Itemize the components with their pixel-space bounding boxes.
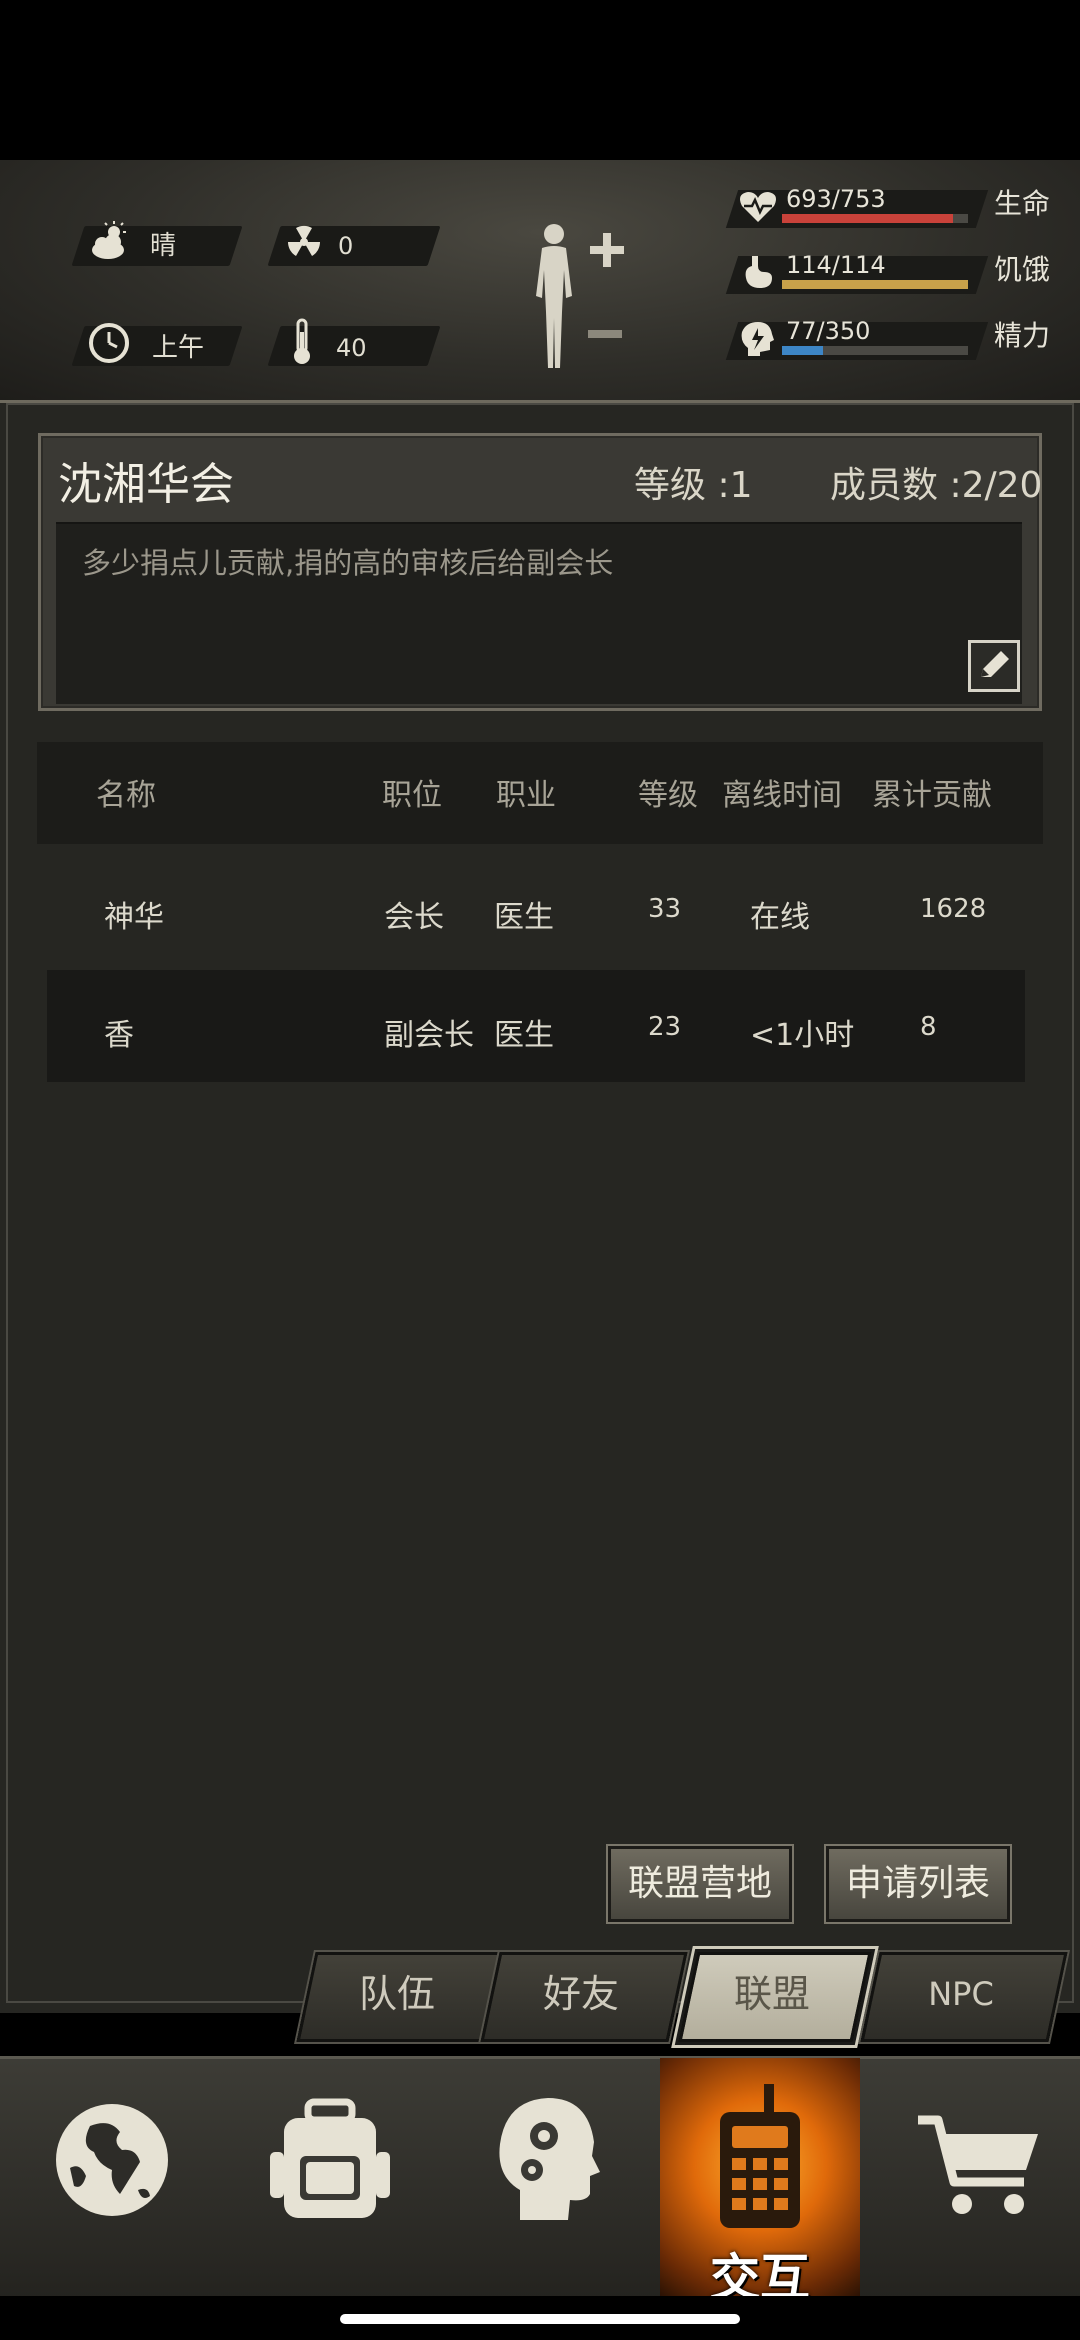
member-position: 副会长 [384,1018,474,1053]
member-contribution: 8 [920,1012,937,1042]
member-level: 33 [648,894,682,924]
pencil-icon [981,651,1009,677]
tab-npc-label: NPC [928,1975,994,2013]
tab-friends-label: 好友 [542,1972,619,2016]
weather-text: 晴 [150,231,177,261]
stat-value: 693/753 [786,185,886,213]
header-position: 职位 [382,778,442,813]
header-offline-time: 离线时间 [722,778,842,813]
skills-head-icon [499,2098,600,2220]
member-name: 神华 [104,900,164,935]
member-position: 会长 [384,900,444,935]
clock-icon [89,323,129,363]
header-level: 等级 [638,778,698,813]
member-offline-time: <1小时 [750,1018,855,1053]
heart-pulse-icon [740,192,776,222]
nav-world-button[interactable] [20,2060,200,2296]
guild-name: 沈湘华会 [58,459,234,510]
member-profession: 医生 [494,1018,554,1053]
member-offline-time: 在线 [750,900,810,935]
nav-skills-button[interactable] [460,2060,640,2296]
apply-list-button[interactable]: 申请列表 [826,1846,1010,1922]
nav-shop-button[interactable] [880,2060,1080,2296]
stat-track [782,214,968,223]
stat-track [782,346,968,355]
cart-icon [918,2115,1038,2214]
radiation-icon [287,225,321,256]
member-profession: 医生 [494,900,554,935]
walkie-talkie-icon [720,2084,800,2228]
cloudy-sun-icon [92,221,126,259]
header-name: 名称 [96,778,156,813]
stat-fill [782,214,954,223]
body-status-button[interactable] [520,222,630,372]
stat-track [782,280,968,289]
radiation-value: 0 [338,232,354,260]
tab-team-label: 队伍 [358,1972,435,2016]
guild-notice-text: 多少捐点儿贡献,捐的高的审核后给副会长 [82,546,614,580]
stomach-icon [745,256,772,288]
home-indicator[interactable] [340,2314,740,2324]
alliance-camp-button[interactable]: 联盟营地 [608,1846,792,1922]
guild-member-count: 成员数 :2/20 [830,465,1043,506]
stat-value: 77/350 [786,317,871,345]
member-name: 香 [104,1018,134,1053]
energy-head-icon [741,322,774,356]
stat-label: 精力 [994,319,1051,352]
stat-fill [782,346,823,355]
member-contribution: 1628 [920,894,987,924]
member-level: 23 [648,1012,682,1042]
status-header: 晴 0 上午 40 693/753 生命 114/114 饥饿 77/350 精力 [0,160,1080,403]
nav-inventory-button[interactable] [240,2060,420,2296]
temperature-value: 40 [336,334,367,362]
minus-icon [588,330,622,338]
stat-label: 饥饿 [994,253,1051,286]
time-of-day-text: 上午 [152,333,205,363]
backpack-icon [270,2098,390,2218]
tab-alliance-label: 联盟 [733,1972,810,2016]
header-contribution: 累计贡献 [872,778,992,813]
stat-fill [782,280,968,289]
globe-icon [56,2104,168,2216]
stat-label: 生命 [994,187,1051,220]
edit-notice-button[interactable] [968,640,1020,692]
header-profession: 职业 [496,778,556,813]
thermometer-icon [294,318,310,364]
guild-level: 等级 :1 [634,465,753,506]
stat-value: 114/114 [786,251,886,279]
